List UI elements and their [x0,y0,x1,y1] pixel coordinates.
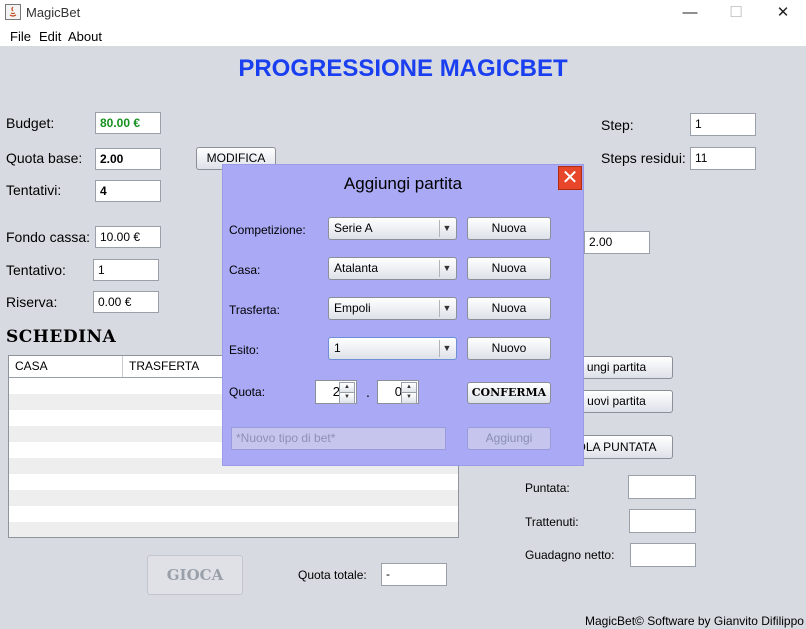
quota-field-partial[interactable]: 2.00 [584,231,650,254]
window-title: MagicBet [26,5,81,20]
tentativi-label: Tentativi: [6,182,62,198]
quota-base-field[interactable]: 2.00 [95,148,161,170]
puntata-field[interactable] [628,475,696,499]
menu-about[interactable]: About [68,29,102,44]
quota-int-value: 2 [332,384,340,399]
esito-value: 1 [334,341,341,355]
menu-file[interactable]: File [10,29,31,44]
trattenuti-label: Trattenuti: [525,515,579,529]
minimize-button[interactable]: — [667,0,713,26]
esito-select[interactable]: 1 ▼ [328,337,457,360]
trasferta-label: Trasferta: [229,303,280,317]
competizione-label: Competizione: [229,223,306,237]
trasferta-select[interactable]: Empoli ▼ [328,297,457,320]
quota-dec-spinner[interactable]: 0 ▲ ▼ [377,380,419,404]
casa-select[interactable]: Atalanta ▼ [328,257,457,280]
guadagno-netto-label: Guadagno netto: [525,548,615,562]
page-title: PROGRESSIONE MAGICBET [238,55,568,82]
dialog-close-button[interactable]: ✕ [558,166,582,190]
step-field[interactable]: 1 [690,113,756,136]
java-app-icon [5,4,21,20]
fondo-cassa-label: Fondo cassa: [6,229,91,245]
column-casa[interactable]: CASA [9,356,123,377]
trattenuti-field[interactable] [629,509,696,533]
dialog-title: Aggiungi partita [343,174,463,193]
quota-label: Quota: [229,385,266,399]
table-row[interactable] [9,474,458,490]
puntata-label: Puntata: [525,481,570,495]
quota-base-label: Quota base: [6,150,83,166]
step-label: Step: [601,117,634,133]
steps-residui-label: Steps residui: [601,150,686,166]
tentativo-field[interactable]: 1 [93,259,159,281]
quota-int-spinner[interactable]: 2 ▲ ▼ [315,380,357,404]
steps-residui-field[interactable]: 11 [690,147,756,170]
footer-credits: MagicBet© Software by Gianvito Difilippo [585,614,804,628]
aggiungi-partita-dialog: Aggiungi partita ✕ Competizione: Serie A… [223,165,583,465]
gioca-button[interactable]: GIOCA [147,555,243,595]
menu-edit[interactable]: Edit [39,29,61,44]
guadagno-netto-field[interactable] [630,543,696,567]
casa-value: Atalanta [334,261,379,275]
tentativo-label: Tentativo: [6,262,66,278]
quota-totale-field[interactable]: - [381,563,447,586]
competizione-value: Serie A [334,221,373,235]
conferma-button[interactable]: CONFERMA [467,382,551,404]
nuova-competizione-button[interactable]: Nuova [467,217,551,240]
table-row[interactable] [9,506,458,522]
chevron-down-icon: ▼ [439,220,454,237]
trasferta-value: Empoli [334,301,371,315]
chevron-down-icon: ▼ [439,300,454,317]
riserva-field[interactable]: 0.00 € [93,291,159,313]
spinner-down-icon[interactable]: ▼ [339,392,355,404]
schedina-title: SCHEDINA [6,327,117,347]
spinner-down-icon[interactable]: ▼ [401,392,417,404]
riserva-label: Riserva: [6,294,58,310]
budget-label: Budget: [6,115,55,131]
chevron-down-icon: ▼ [439,340,454,357]
fondo-cassa-field[interactable]: 10.00 € [95,226,161,248]
competizione-select[interactable]: Serie A ▼ [328,217,457,240]
maximize-button[interactable]: ☐ [713,0,759,26]
title-bar: MagicBet — ☐ ✕ [0,0,806,26]
budget-field[interactable]: 80.00 € [95,112,161,134]
nuovo-esito-button[interactable]: Nuovo [467,337,551,360]
table-row[interactable] [9,490,458,506]
quota-decimal-separator: . [366,384,370,400]
chevron-down-icon: ▼ [439,260,454,277]
tentativi-field[interactable]: 4 [95,180,161,202]
quota-dec-value: 0 [394,384,402,399]
table-row[interactable] [9,522,458,537]
nuova-trasferta-button[interactable]: Nuova [467,297,551,320]
close-button[interactable]: ✕ [760,0,806,26]
quota-totale-label: Quota totale: [298,568,367,582]
nuova-casa-button[interactable]: Nuova [467,257,551,280]
casa-label: Casa: [229,263,261,277]
menu-bar: File Edit About [0,26,806,46]
nuovo-tipo-bet-input[interactable]: *Nuovo tipo di bet* [231,427,446,450]
aggiungi-button[interactable]: Aggiungi [467,427,551,450]
esito-label: Esito: [229,343,260,357]
